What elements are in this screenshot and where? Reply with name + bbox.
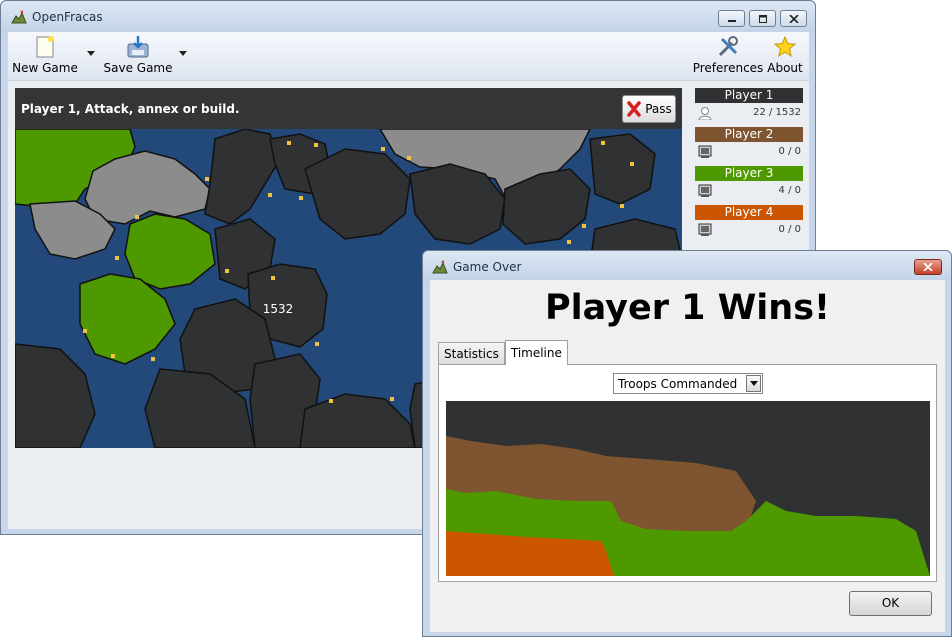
minimize-button[interactable] — [718, 10, 745, 27]
new-game-dropdown-arrow[interactable] — [87, 51, 95, 56]
preferences-button[interactable]: Preferences — [693, 35, 763, 77]
player-2-count: 0 / 0 — [778, 146, 801, 157]
player-2-panel[interactable]: Player 2 0 / 0 — [695, 127, 803, 166]
tools-icon — [718, 36, 738, 57]
maximize-button[interactable] — [749, 10, 776, 27]
player-1-panel[interactable]: Player 1 22 / 1532 — [695, 88, 803, 127]
timeline-tab-page: Troops Commanded — [438, 364, 937, 582]
new-game-label: New Game — [12, 61, 78, 75]
dialog-close-button[interactable] — [914, 259, 942, 275]
player-list: Player 1 22 / 1532 Player 2 0 / 0 Player… — [695, 88, 803, 244]
save-game-button[interactable]: Save Game — [104, 35, 173, 77]
minimize-icon — [727, 19, 736, 22]
save-game-dropdown-arrow[interactable] — [179, 51, 187, 56]
save-game-label: Save Game — [103, 61, 173, 75]
close-icon — [923, 263, 933, 271]
toolbar: New Game Save Game Preferences About — [8, 32, 809, 81]
star-icon — [773, 35, 797, 58]
about-button[interactable]: About — [766, 35, 804, 77]
about-label: About — [767, 61, 803, 75]
status-bar: Player 1, Attack, annex or build. Pass — [15, 88, 682, 129]
ok-button[interactable]: OK — [849, 591, 932, 616]
chevron-down-icon — [749, 381, 758, 386]
player-3-count: 4 / 0 — [778, 185, 801, 196]
tab-statistics[interactable]: Statistics — [438, 342, 505, 365]
timeline-chart — [446, 401, 930, 576]
player-3-panel[interactable]: Player 3 4 / 0 — [695, 166, 803, 205]
title-bar[interactable]: OpenFracas — [1, 1, 815, 33]
player-4-count: 0 / 0 — [778, 224, 801, 235]
computer-icon — [698, 145, 712, 158]
app-icon — [432, 260, 448, 274]
dialog-title: Game Over — [453, 260, 522, 274]
player-4-name: Player 4 — [695, 205, 803, 220]
caption-buttons — [718, 10, 807, 27]
window-title: OpenFracas — [32, 10, 103, 24]
red-x-icon — [627, 101, 641, 117]
close-button[interactable] — [780, 10, 807, 27]
tab-timeline[interactable]: Timeline — [504, 340, 568, 365]
pass-label: Pass — [645, 102, 672, 116]
preferences-label: Preferences — [692, 61, 764, 75]
metric-select-value: Troops Commanded — [618, 377, 738, 391]
new-game-button[interactable]: New Game — [12, 35, 78, 77]
player-1-count: 22 / 1532 — [753, 107, 801, 118]
maximize-icon — [758, 14, 767, 23]
new-document-icon — [36, 36, 54, 58]
winner-heading: Player 1 Wins! — [544, 288, 831, 328]
dialog-title-bar[interactable]: Game Over — [423, 251, 951, 281]
metric-select[interactable]: Troops Commanded — [613, 373, 763, 394]
tab-bar: Statistics Timeline — [438, 340, 568, 365]
player-1-name: Player 1 — [695, 88, 803, 103]
person-icon — [698, 107, 712, 120]
app-icon — [11, 10, 27, 24]
computer-icon — [698, 184, 712, 197]
dialog-client-area: Player 1 Wins! Statistics Timeline Troop… — [430, 280, 945, 632]
pass-button[interactable]: Pass — [622, 95, 676, 123]
player-2-name: Player 2 — [695, 127, 803, 142]
territory-troop-label: 1532 — [263, 302, 294, 316]
close-icon — [788, 14, 799, 23]
status-message: Player 1, Attack, annex or build. — [21, 102, 240, 116]
save-icon — [127, 36, 149, 58]
select-arrow-button[interactable] — [746, 375, 761, 392]
computer-icon — [698, 223, 712, 236]
player-3-name: Player 3 — [695, 166, 803, 181]
player-4-panel[interactable]: Player 4 0 / 0 — [695, 205, 803, 244]
game-over-dialog: Game Over Player 1 Wins! Statistics Time… — [422, 250, 952, 637]
